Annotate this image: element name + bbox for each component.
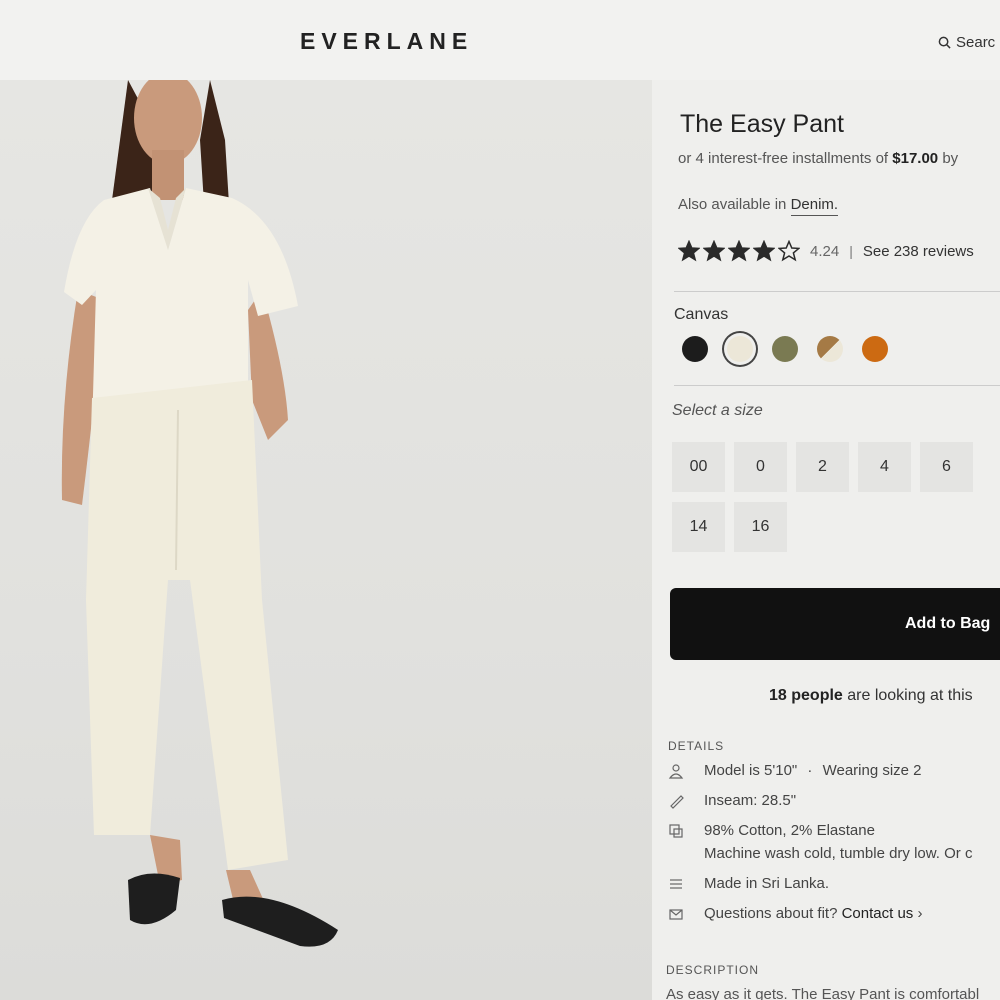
size-option[interactable]: 2 [796, 442, 849, 492]
viewers-notice: 18 people are looking at this [769, 687, 973, 705]
details-heading: DETAILS [668, 739, 725, 753]
also-available-prefix: Also available in [678, 196, 791, 213]
color-swatch-canvas[interactable] [727, 336, 753, 362]
star-filled-icon [678, 240, 700, 262]
star-filled-icon [753, 240, 775, 262]
model-info: Model is 5'10" · Wearing size 2 [668, 762, 922, 779]
mail-icon [669, 909, 683, 920]
size-label: Select a size [672, 402, 763, 419]
model-height: Model is 5'10" [704, 762, 798, 779]
fit-question-text: Questions about fit? [704, 905, 838, 922]
divider [674, 291, 1000, 292]
model-separator: · [807, 762, 813, 779]
installments-suffix: by [938, 150, 959, 167]
denim-link[interactable]: Denim. [790, 196, 839, 216]
product-panel: The Easy Pant or 4 interest-free install… [652, 80, 1000, 1000]
person-icon [668, 764, 684, 779]
search-icon [938, 36, 951, 49]
selected-color-name: Canvas [674, 306, 729, 323]
rating-value: 4.24 [810, 242, 840, 260]
star-rating[interactable] [678, 240, 800, 262]
star-filled-icon [703, 240, 725, 262]
fabric-info: 98% Cotton, 2% Elastane Machine wash col… [668, 822, 972, 862]
color-swatch-olive[interactable] [772, 336, 798, 362]
fabric-text: 98% Cotton, 2% Elastane [704, 822, 875, 839]
care-text: Machine wash cold, tumble dry low. Or c [704, 845, 973, 862]
inseam-text: Inseam: 28.5" [704, 792, 797, 809]
color-swatch-black[interactable] [682, 336, 708, 362]
installments-prefix: or 4 interest-free installments of [678, 150, 893, 167]
installments-amount: $17.00 [892, 150, 939, 167]
installments-text: or 4 interest-free installments of $17.0… [678, 150, 958, 167]
star-outline-icon [778, 240, 800, 262]
wearing-size: Wearing size 2 [822, 762, 922, 779]
chevron-right-icon: › [917, 905, 923, 922]
size-option[interactable]: 4 [858, 442, 911, 492]
size-option[interactable]: 00 [672, 442, 725, 492]
reviews-link[interactable]: See 238 reviews [863, 243, 974, 260]
viewers-count: 18 people [769, 687, 843, 704]
size-option[interactable]: 0 [734, 442, 787, 492]
color-swatch-orange[interactable] [862, 336, 888, 362]
contact-us-link[interactable]: Contact us [842, 905, 914, 922]
viewers-suffix: are looking at this [842, 687, 973, 704]
color-swatches [682, 336, 888, 362]
color-swatch-tan-black[interactable] [817, 336, 843, 362]
ruler-icon [670, 795, 684, 809]
search-button[interactable]: Searc [938, 34, 995, 51]
product-photo[interactable] [0, 80, 652, 1000]
fabric-tag-icon [669, 824, 683, 838]
size-option[interactable]: 14 [672, 502, 725, 552]
everlane-logo[interactable]: EVERLANE [300, 28, 473, 55]
description-heading: DESCRIPTION [666, 963, 760, 977]
size-option[interactable]: 6 [920, 442, 973, 492]
model-illustration [61, 80, 338, 947]
inseam-info: Inseam: 28.5" [668, 792, 796, 809]
search-label: Searc [956, 34, 996, 51]
product-title: The Easy Pant [680, 110, 844, 138]
size-option[interactable]: 16 [734, 502, 787, 552]
fit-question: Questions about fit? Contact us › [668, 905, 922, 922]
add-to-bag-button[interactable]: Add to Bag [670, 588, 1000, 660]
also-available: Also available in Denim. [678, 196, 839, 216]
origin-info: Made in Sri Lanka. [668, 875, 829, 892]
site-header: EVERLANE Searc [0, 0, 1000, 81]
rating-separator: | [849, 243, 853, 259]
star-filled-icon [728, 240, 750, 262]
list-icon [670, 879, 682, 889]
rating-row: 4.24 | See 238 reviews [678, 240, 974, 262]
divider [674, 385, 1000, 386]
size-options: 00 0 2 4 6 14 16 [672, 442, 1000, 552]
description-text: As easy as it gets. The Easy Pant is com… [666, 986, 980, 1000]
origin-text: Made in Sri Lanka. [704, 875, 830, 892]
